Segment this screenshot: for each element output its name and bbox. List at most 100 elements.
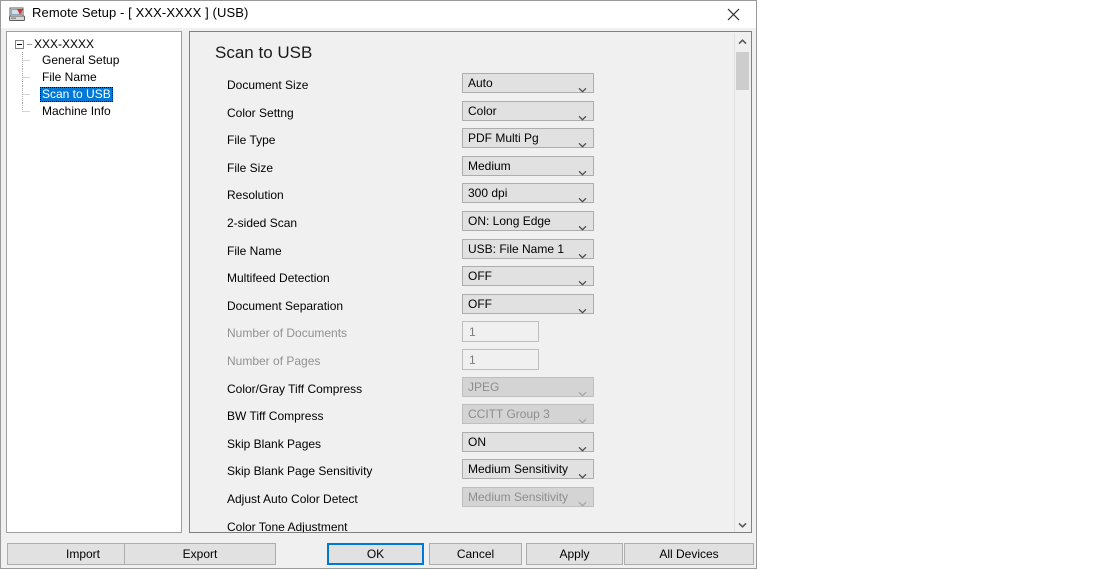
title-bar: Remote Setup - [ XXX-XXXX ] (USB) [1, 1, 756, 28]
setting-dropdown: Medium Sensitivity [462, 486, 594, 507]
setting-row: Document Separation OFF [190, 293, 751, 321]
button-label: Apply [559, 547, 590, 561]
setting-dropdown[interactable]: PDF Multi Pg [462, 128, 594, 149]
setting-label: File Size [227, 160, 274, 175]
setting-dropdown[interactable]: 300 dpi [462, 183, 594, 204]
dialog-footer: Import Export OK Cancel Apply All Devices [1, 536, 756, 568]
setting-label: Adjust Auto Color Detect [227, 491, 358, 506]
setting-row: Skip Blank Pages ON [190, 431, 751, 459]
setting-label: Number of Documents [227, 326, 348, 341]
vertical-scrollbar[interactable] [734, 33, 750, 532]
setting-textbox: 1 [462, 321, 539, 343]
setting-row: Color Tone Adjustment [190, 514, 751, 533]
setting-dropdown: JPEG [462, 376, 594, 397]
sidebar-item-label: Scan to USB [40, 87, 113, 102]
dropdown-value: OFF [468, 296, 492, 311]
button-label: All Devices [659, 547, 719, 561]
setting-row: Skip Blank Page Sensitivity Medium Sensit… [190, 458, 751, 486]
tree-root-node[interactable]: XXX-XXXX [15, 36, 94, 52]
setting-dropdown: CCITT Group 3 [462, 404, 594, 425]
setting-label: Color/Gray Tiff Compress [227, 381, 363, 396]
chevron-down-icon [578, 135, 587, 153]
setting-label: Document Separation [227, 298, 344, 313]
scroll-thumb[interactable] [736, 52, 749, 90]
sidebar-item-label: File Name [42, 70, 97, 84]
setting-textbox: 1 [462, 348, 539, 370]
setting-row: Color/Gray Tiff Compress JPEG [190, 376, 751, 404]
tree-connector [21, 69, 38, 86]
tree-connector [27, 43, 32, 45]
chevron-down-icon [578, 384, 587, 402]
dropdown-value: Medium Sensitivity [468, 489, 569, 504]
setting-label: 2-sided Scan [227, 215, 298, 230]
setting-row: 2-sided Scan ON: Long Edge [190, 210, 751, 238]
setting-dropdown[interactable]: USB: File Name 1 [462, 238, 594, 259]
setting-dropdown[interactable]: Medium Sensitivity [462, 459, 594, 480]
setting-label: Document Size [227, 78, 309, 92]
collapse-box-icon[interactable] [15, 39, 24, 49]
setting-row: Color Settng Color [190, 100, 751, 128]
chevron-down-icon [578, 301, 587, 319]
setting-label: Number of Pages [227, 353, 321, 368]
remote-setup-window: Remote Setup - [ XXX-XXXX ] (USB) XXX-XX… [0, 0, 757, 569]
ok-button[interactable]: OK [327, 543, 424, 565]
button-label: OK [366, 547, 385, 561]
page-title: Scan to USB [215, 43, 313, 62]
scanner-icon [9, 6, 26, 22]
chevron-down-icon [578, 80, 587, 98]
chevron-down-icon [578, 190, 587, 208]
setting-dropdown[interactable]: ON: Long Edge [462, 210, 594, 231]
chevron-down-icon [578, 411, 587, 429]
setting-row: Number of Documents 1 [190, 320, 751, 348]
textbox-value: 1 [469, 352, 476, 367]
dropdown-value: 300 dpi [468, 186, 508, 201]
chevron-down-icon [578, 246, 587, 264]
setting-label: BW Tiff Compress [227, 409, 324, 424]
sidebar-item-file-name[interactable]: File Name [21, 69, 181, 86]
all-devices-button[interactable]: All Devices [624, 543, 754, 565]
tree-root-label: XXX-XXXX [34, 37, 95, 51]
setting-row: Resolution 300 dpi [190, 182, 751, 210]
tree-connector [21, 103, 38, 120]
setting-dropdown[interactable]: OFF [462, 293, 594, 314]
chevron-down-icon[interactable] [735, 516, 750, 532]
close-icon[interactable] [711, 1, 756, 28]
setting-row: Document Size Auto [190, 72, 751, 100]
dropdown-value: OFF [468, 269, 492, 284]
setting-dropdown[interactable]: Medium [462, 155, 594, 176]
sidebar-item-scan-to-usb[interactable]: Scan to USB [21, 86, 181, 103]
setting-label: File Name [227, 243, 282, 258]
dropdown-value: PDF Multi Pg [468, 131, 539, 146]
apply-button[interactable]: Apply [526, 543, 623, 565]
cancel-button[interactable]: Cancel [429, 543, 522, 565]
setting-row: Adjust Auto Color Detect Medium Sensitivi… [190, 486, 751, 514]
dropdown-value: CCITT Group 3 [468, 407, 550, 422]
chevron-down-icon [578, 273, 587, 291]
setting-dropdown[interactable]: ON [462, 431, 594, 452]
setting-dropdown[interactable]: OFF [462, 266, 594, 287]
export-button[interactable]: Export [124, 543, 276, 565]
device-tree[interactable]: XXX-XXXX General Setup File Name Scan to U… [6, 31, 182, 533]
setting-dropdown[interactable]: Color [462, 100, 594, 121]
setting-row: File Type PDF Multi Pg [190, 127, 751, 155]
dropdown-value: ON: Long Edge [468, 213, 551, 228]
chevron-up-icon[interactable] [735, 33, 750, 50]
sidebar-item-machine-info[interactable]: Machine Info [21, 103, 181, 120]
textbox-value: 1 [469, 325, 476, 340]
setting-label: Skip Blank Page Sensitivity [227, 464, 373, 479]
tree-connector [21, 52, 38, 69]
window-title: Remote Setup - [ XXX-XXXX ] (USB) [32, 5, 249, 20]
chevron-down-icon [578, 163, 587, 181]
chevron-down-icon [578, 439, 587, 457]
chevron-down-icon [578, 466, 587, 484]
dropdown-value: Medium [468, 158, 511, 173]
setting-label: Skip Blank Pages [227, 436, 322, 451]
setting-label: Color Settng [227, 105, 294, 120]
button-label: Export [182, 547, 218, 561]
dropdown-value: JPEG [468, 379, 500, 394]
setting-row: BW Tiff Compress CCITT Group 3 [190, 403, 751, 431]
setting-dropdown[interactable]: Auto [462, 73, 594, 93]
settings-rows: Document Size Auto Color Settng Color File T… [190, 72, 751, 533]
chevron-down-icon [578, 108, 587, 126]
sidebar-item-general-setup[interactable]: General Setup [21, 52, 181, 69]
